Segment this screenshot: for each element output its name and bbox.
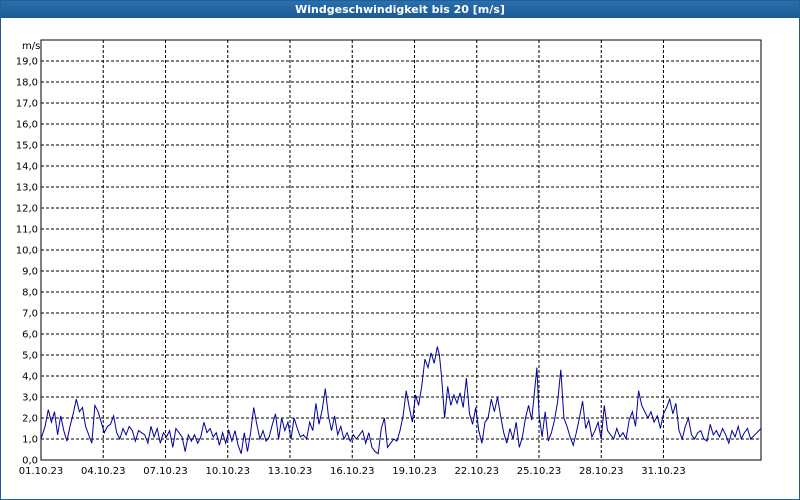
x-tick-label: 01.10.23: [19, 466, 64, 477]
y-axis-unit: m/s: [22, 41, 40, 52]
y-tick-label: 19,0: [16, 57, 38, 68]
y-tick-label: 16,0: [16, 120, 38, 131]
x-tick-label: 10.10.23: [205, 466, 250, 477]
y-tick-label: 7,0: [22, 309, 38, 320]
wind-speed-chart: 0,0 1,0 2,0 3,0 4,0 5,0 6,0 7,0 8,0 9,0 10,0 11,0 12…: [16, 39, 762, 477]
y-tick-label: 9,0: [22, 267, 38, 278]
y-tick-label: 2,0: [22, 414, 38, 425]
x-tick-label: 28.10.23: [579, 466, 624, 477]
y-tick-label: 13,0: [16, 183, 38, 194]
y-tick-label: 3,0: [22, 393, 38, 404]
y-tick-label: 8,0: [22, 288, 38, 299]
x-axis: 01.10.23 04.10.23 07.10.23 10.10.23 13.10.23…: [19, 466, 686, 477]
y-tick-label: 1,0: [22, 435, 38, 446]
x-tick-label: 04.10.23: [81, 466, 126, 477]
x-tick-label: 07.10.23: [143, 466, 188, 477]
y-tick-label: 5,0: [22, 351, 38, 362]
x-tick-label: 31.10.23: [641, 466, 686, 477]
grid: [41, 40, 761, 460]
y-tick-label: 12,0: [16, 204, 38, 215]
y-tick-label: 11,0: [16, 225, 38, 236]
y-tick-label: 10,0: [16, 246, 38, 257]
y-tick-label: 0,0: [22, 456, 38, 467]
x-tick-label: 16.10.23: [330, 466, 375, 477]
y-tick-label: 6,0: [22, 330, 38, 341]
y-axis: 0,0 1,0 2,0 3,0 4,0 5,0 6,0 7,0 8,0 9,0 10,0 11,0 12…: [16, 57, 38, 467]
y-tick-label: 17,0: [16, 99, 38, 110]
x-tick-label: 13.10.23: [268, 466, 313, 477]
x-tick-label: 22.10.23: [454, 466, 499, 477]
y-tick-label: 15,0: [16, 141, 38, 152]
x-tick-label: 19.10.23: [392, 466, 437, 477]
x-tick-label: 25.10.23: [517, 466, 562, 477]
y-tick-label: 14,0: [16, 162, 38, 173]
y-tick-label: 4,0: [22, 372, 38, 383]
y-tick-label: 18,0: [16, 78, 38, 89]
